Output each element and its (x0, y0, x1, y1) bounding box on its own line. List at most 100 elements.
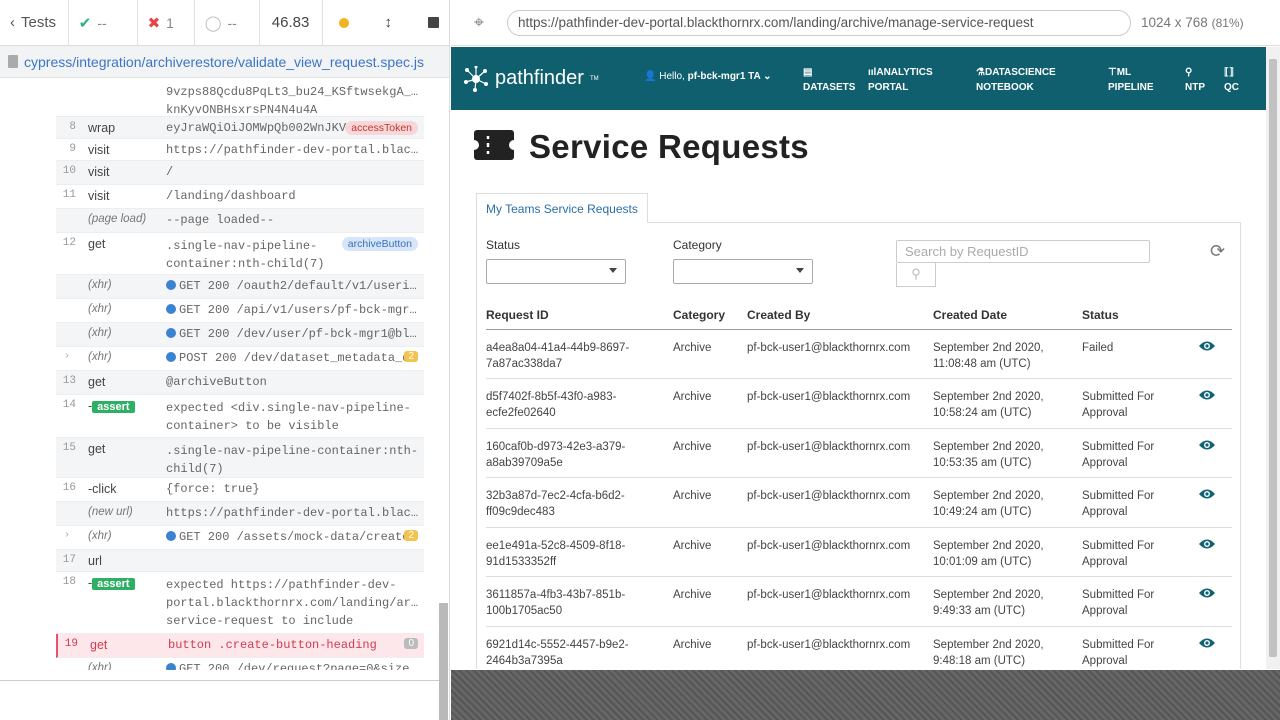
category-select[interactable] (673, 259, 813, 284)
log-row[interactable]: 16 -click {force: true} (56, 478, 424, 502)
log-row[interactable]: (xhr) GET 200 /api/v1/users/pf-bck-mgr1@b… (56, 299, 424, 323)
xhr-status-icon (166, 304, 176, 314)
selector-playground-icon[interactable]: ⌖ (451, 12, 507, 33)
runner-panel: ‹ Tests ✔ -- ✖ 1 ◯ -- 46.83 ↕ cypress/in… (0, 0, 450, 720)
log-row[interactable]: 15 get .single-nav-pipeline-container:nth-… (56, 438, 424, 478)
col-created-by[interactable]: Created By (747, 301, 933, 330)
table-row[interactable]: ee1e491a-52c8-4509-8f18- 91d1533352ff Arc… (486, 527, 1232, 577)
cell-created-date: September 2nd 2020, 10:53:35 am (UTC) (933, 428, 1082, 478)
log-row[interactable]: 17 url (56, 550, 424, 572)
table-row[interactable]: 32b3a87d-7ec2-4cfa-b6d2- ff09c9dec483 Arc… (486, 477, 1232, 528)
log-row-number: 10 (62, 165, 76, 177)
log-row[interactable]: 14 - assert expected <div.single-nav-pipel… (56, 395, 424, 438)
log-row[interactable]: (xhr) GET 200 /dev/user/pf-bck-mgr1@black… (56, 323, 424, 347)
cell-created-by: pf-bck-user1@blackthornrx.com (747, 576, 933, 627)
log-row-number (56, 327, 84, 346)
cell-request-id: 6921d14c-5552-4457-b9e2- 2464b3a7395a (486, 626, 673, 669)
nav-qc[interactable]: ⟦⟧ QC (1224, 65, 1239, 95)
cell-created-by: pf-bck-user1@blackthornrx.com (747, 378, 933, 429)
table-row[interactable]: 6921d14c-5552-4457-b9e2- 2464b3a7395a Arc… (486, 626, 1232, 669)
aut-url[interactable]: https://pathfinder-dev-portal.blackthorn… (507, 9, 1131, 36)
col-status[interactable]: Status (1082, 301, 1182, 330)
cell-created-by: pf-bck-user1@blackthornrx.com (747, 329, 933, 379)
nav-datasets[interactable]: ▤ DATASETS (803, 65, 855, 95)
log-message (166, 554, 424, 571)
table-row[interactable]: 160caf0b-d973-42e3-a379- a8ab39709a5e Arc… (486, 428, 1232, 478)
log-row[interactable]: (xhr) POST 200 /dev/dataset_metadata_de… 2… (56, 347, 424, 371)
log-row-number (56, 279, 84, 298)
alias-tag: archiveButton (341, 237, 418, 251)
xhr-status-icon (166, 531, 176, 541)
log-row-number: 13 (62, 375, 76, 387)
log-command: (xhr) (88, 662, 112, 670)
stop-icon[interactable] (428, 17, 440, 28)
expand-caret-icon[interactable]: › (64, 351, 70, 362)
log-row[interactable]: 18 - assert expected https://pathfinder-de… (56, 572, 424, 634)
view-eye-icon[interactable] (1182, 378, 1232, 429)
log-row[interactable]: 10 visit / (56, 161, 424, 185)
cell-created-date: September 2nd 2020, 11:08:48 am (UTC) (933, 329, 1082, 379)
log-row[interactable]: (new url) https://pathfinder-dev-portal.b… (56, 502, 424, 526)
log-row[interactable]: 9vzps88Qcdu8PqLt3_bu24_KSftwsekgA_VQ8UxX… (56, 79, 424, 117)
log-row-number (56, 662, 84, 670)
col-request-id[interactable]: Request ID (486, 301, 673, 330)
nav-analytics-portal[interactable]: ıılANALYTICS PORTAL (868, 65, 933, 95)
refresh-icon[interactable]: ⟳ (1210, 241, 1225, 262)
xhr-status-icon (166, 352, 176, 362)
log-row[interactable]: 9 visit https://pathfinder-dev-portal.blac… (56, 139, 424, 161)
nav-ml-pipeline[interactable]: ⊤ML PIPELINE (1108, 65, 1154, 95)
nav-ntp[interactable]: ⚲ NTP (1185, 65, 1205, 95)
count-badge: 2 (404, 530, 418, 541)
log-message: GET 200 /api/v1/users/pf-bck-mgr1@b… (166, 303, 424, 322)
view-eye-icon[interactable] (1182, 576, 1232, 627)
log-row-number: 8 (69, 121, 76, 133)
page-title: Service Requests (529, 128, 809, 165)
log-message: button .create-button-heading (168, 638, 377, 652)
cell-request-id: 32b3a87d-7ec2-4cfa-b6d2- ff09c9dec483 (486, 477, 673, 528)
view-eye-icon[interactable] (1182, 428, 1232, 478)
col-actions (1182, 301, 1232, 330)
log-row[interactable]: 13 get @archiveButton (56, 371, 424, 395)
view-eye-icon[interactable] (1182, 527, 1232, 577)
table-row[interactable]: a4ea8a04-41a4-44b9-8697- 7a87ac338da7 Arc… (486, 329, 1232, 379)
log-row[interactable]: 12 get .single-nav-pipeline- container:nth… (56, 233, 424, 275)
log-row[interactable]: (xhr) GET 200 /assets/mock-data/create-s…… (56, 526, 424, 550)
table-row[interactable]: d5f7402f-8b5f-43f0-a983- ecfe2fe02640 Arc… (486, 378, 1232, 429)
col-category[interactable]: Category (673, 301, 747, 330)
log-row[interactable]: 19 get button .create-button-heading 0 (56, 634, 424, 658)
spec-file-bar[interactable]: cypress/integration/archiverestore/valid… (0, 46, 449, 78)
search-input[interactable]: Search by RequestID (896, 240, 1150, 263)
nav-datascience-notebook[interactable]: ⚗DATASCIENCE NOTEBOOK (976, 65, 1056, 95)
log-row[interactable]: 8 wrap eyJraWQiOiJOMWpQb002WnJKVDdSdm… acce… (56, 117, 424, 139)
log-row[interactable]: (xhr) GET 200 /dev/request?page=0&size=10… (56, 658, 424, 670)
cell-request-id: 160caf0b-d973-42e3-a379- a8ab39709a5e (486, 428, 673, 478)
pipeline-icon: ⊤ (1108, 67, 1117, 78)
expand-caret-icon[interactable]: › (64, 530, 70, 541)
runner-footer (0, 680, 440, 720)
view-eye-icon[interactable] (1182, 329, 1232, 379)
log-row[interactable]: (page load) --page loaded-- (56, 209, 424, 233)
table-row[interactable]: 3611857a-4fb3-43b7-851b- 100b1705ac50 Arc… (486, 576, 1232, 627)
view-eye-icon[interactable] (1182, 626, 1232, 669)
log-command: (page load) (88, 213, 147, 225)
brand-logo[interactable]: pathfinder TM (463, 65, 599, 92)
log-row-number: 12 (62, 237, 76, 249)
command-log-scrollbar[interactable] (439, 603, 448, 720)
col-created-date[interactable]: Created Date (933, 301, 1082, 330)
tests-button[interactable]: ‹ Tests (0, 0, 69, 46)
view-eye-icon[interactable] (1182, 477, 1232, 528)
log-row-number: 15 (62, 442, 76, 454)
status-select[interactable] (486, 259, 626, 284)
cell-status: Submitted For Approval (1082, 527, 1182, 577)
log-row[interactable]: (xhr) GET 200 /oauth2/default/v1/userinfo (56, 275, 424, 299)
cell-category: Archive (673, 428, 747, 478)
tab-my-teams-service-requests[interactable]: My Teams Service Requests (476, 193, 648, 223)
user-menu[interactable]: 👤 Hello, pf-bck-mgr1 TA ⌄ (644, 71, 772, 82)
log-row[interactable]: 11 visit/landing/dashboard (56, 185, 424, 209)
scroll-toggle-icon[interactable]: ↕ (385, 14, 393, 31)
app-scrollbar[interactable] (1266, 47, 1280, 669)
search-button[interactable]: ⚲ (896, 263, 936, 287)
log-command: wrap (88, 121, 116, 135)
brand-tm: TM (589, 75, 599, 82)
cross-icon: ✖ (147, 14, 161, 32)
